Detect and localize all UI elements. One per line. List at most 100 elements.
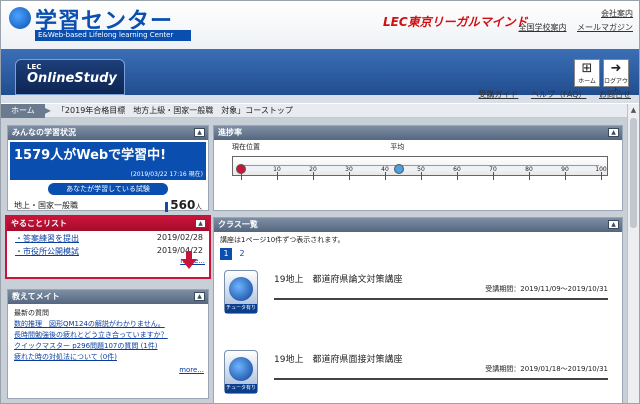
breadcrumb-current: 「2019年合格目標 地方上級・国家一般職 対象」コーストップ xyxy=(56,106,293,115)
qa-more-link[interactable]: more... xyxy=(8,362,208,374)
qa-panel: 教えてメイト ▲ 最新の質問 数的推理 図形QM124の解説がわかりません。 長… xyxy=(7,289,209,399)
course-row: 地上・国家一般職 560人 xyxy=(8,197,208,213)
status-panel-header: みんなの学習状況 ▲ xyxy=(8,126,208,140)
home-button[interactable]: ⊞ ホーム xyxy=(574,59,600,87)
ruler-tick xyxy=(385,172,386,180)
class-panel-title: クラス一覧 xyxy=(218,220,258,229)
learning-now-box: 1579人がWebで学習中! (2019/03/22 17:16 現在) xyxy=(10,142,206,180)
brand-name: OnlineStudy xyxy=(27,71,117,86)
breadcrumb-separator: ▶ xyxy=(44,106,51,115)
top-links: 会社案内 全国学校案内 メールマガジン xyxy=(510,7,633,35)
site-subtitle: E&Web-based Lifelong learning Center xyxy=(35,30,191,41)
ruler-tick xyxy=(457,172,458,180)
course-count-wrap: 560人 xyxy=(165,198,202,212)
breadcrumb-home[interactable]: ホーム xyxy=(1,104,45,118)
ruler-tick xyxy=(313,172,314,180)
todo-more-link[interactable]: more... xyxy=(7,257,209,265)
qa-panel-header: 教えてメイト ▲ xyxy=(8,290,208,304)
tutor-tag: チュータ有り xyxy=(225,304,257,313)
todo-panel: やることリスト ▲ ・答案練習を提出 2019/02/28 ・市役所公開模試 2… xyxy=(5,215,211,279)
current-position-label: 現在位置 xyxy=(232,143,260,151)
progress-gauge: 現在位置 平均 0102030405060708090100 xyxy=(228,142,610,196)
home-label: ホーム xyxy=(578,78,596,85)
app-frame: 学習センター E&Web-based Lifelong learning Cen… xyxy=(0,0,640,404)
ruler-tick-label: 70 xyxy=(489,166,497,173)
collapse-icon[interactable]: ▲ xyxy=(194,128,205,137)
lec-logo-text: LEC東京リーガルマインド xyxy=(383,15,528,29)
class-info: 講座は1ページ10件ずつ表示されます。 xyxy=(220,236,345,244)
scroll-up-icon[interactable]: ▲ xyxy=(628,104,639,116)
progress-panel-header: 進捗率 ▲ xyxy=(214,126,622,140)
ruler-tick-label: 50 xyxy=(417,166,425,173)
collapse-icon[interactable]: ▲ xyxy=(608,128,619,137)
link-contact[interactable]: お問合せ xyxy=(599,90,631,99)
nav-icons: ⊞ ホーム ➜ ログアウト xyxy=(574,59,629,94)
down-arrow-icon xyxy=(181,251,197,269)
todo-item-label[interactable]: ・答案練習を提出 xyxy=(15,233,79,244)
todo-item: ・市役所公開模試 2019/04/22 xyxy=(7,244,209,257)
progress-panel: 進捗率 ▲ 現在位置 平均 0102030405060708090100 xyxy=(213,125,623,211)
ruler-tick xyxy=(493,172,494,180)
ruler-tick-label: 30 xyxy=(345,166,353,173)
link-help[interactable]: ヘルプ（FAQ） xyxy=(531,90,587,99)
class-item[interactable]: チュータ有り 19地上 都道府県論文対策講座 受講期間：2019/11/09〜2… xyxy=(220,270,614,326)
link-company[interactable]: 会社案内 xyxy=(601,9,633,18)
pagination: 1 2 xyxy=(214,248,622,260)
average-marker xyxy=(394,164,405,174)
course-count: 560 xyxy=(170,198,196,212)
course-globe-icon: チュータ有り xyxy=(224,270,258,314)
todo-panel-title: やることリスト xyxy=(11,219,67,228)
learning-as-of: (2019/03/22 17:16 現在) xyxy=(130,171,203,178)
qa-item[interactable]: クイックマスター p296問題107の質問 (1件) xyxy=(8,340,208,351)
class-period: 受講期間：2019/11/09〜2019/10/31 xyxy=(485,285,608,293)
qa-item[interactable]: 数的推理 図形QM124の解説がわかりません。 xyxy=(8,318,208,329)
logout-icon: ➜ xyxy=(610,61,622,76)
current-position-marker xyxy=(236,164,246,174)
class-title[interactable]: 19地上 都道府県面接対策講座 xyxy=(274,352,402,365)
class-panel-header: クラス一覧 ▲ xyxy=(214,218,622,232)
learning-suffix: 人がWebで学習中! xyxy=(50,148,167,163)
class-item[interactable]: チュータ有り 19地上 都道府県面接対策講座 受講期間：2019/01/18〜2… xyxy=(220,350,614,403)
qa-item[interactable]: 疲れた時の対処法について (0件) xyxy=(8,351,208,362)
tutor-tag: チュータ有り xyxy=(225,384,257,393)
todo-item: ・答案練習を提出 2019/02/28 xyxy=(7,231,209,244)
page-1[interactable]: 1 xyxy=(220,248,232,260)
learning-count: 1579 xyxy=(14,148,51,163)
collapse-icon[interactable]: ▲ xyxy=(194,292,205,301)
page-2[interactable]: 2 xyxy=(236,248,248,260)
ruler-tick xyxy=(349,172,350,180)
your-test-badge: あなたが学習している試験 xyxy=(48,183,168,195)
link-schools[interactable]: 全国学校案内 xyxy=(518,23,566,32)
class-progress-line xyxy=(274,298,608,300)
top-header: 学習センター E&Web-based Lifelong learning Cen… xyxy=(1,1,639,49)
help-links: 受講ガイド ヘルプ（FAQ） お問合せ xyxy=(468,89,631,100)
ruler-tick xyxy=(565,172,566,180)
ruler-tick xyxy=(529,172,530,180)
ruler-tick xyxy=(601,172,602,180)
logout-button[interactable]: ➜ ログアウト xyxy=(603,59,629,94)
link-guide[interactable]: 受講ガイド xyxy=(478,90,518,99)
ruler-tick-label: 40 xyxy=(381,166,389,173)
class-title[interactable]: 19地上 都道府県論文対策講座 xyxy=(274,272,402,285)
class-panel: クラス一覧 ▲ 講座は1ページ10件ずつ表示されます。 1 2 チュータ有り 1… xyxy=(213,217,623,403)
status-panel: みんなの学習状況 ▲ 1579人がWebで学習中! (2019/03/22 17… xyxy=(7,125,209,213)
course-globe-icon: チュータ有り xyxy=(224,350,258,394)
collapse-icon[interactable]: ▲ xyxy=(195,219,206,228)
vertical-scrollbar[interactable]: ▲ xyxy=(627,104,639,403)
breadcrumb: ホーム ▶ 「2019年合格目標 地方上級・国家一般職 対象」コーストップ xyxy=(1,104,629,118)
scroll-thumb[interactable] xyxy=(630,118,637,228)
course-unit: 人 xyxy=(195,203,202,211)
ruler-tick-label: 20 xyxy=(309,166,317,173)
progress-panel-title: 進捗率 xyxy=(218,128,242,137)
ruler-tick-label: 10 xyxy=(273,166,281,173)
ruler-track: 0102030405060708090100 xyxy=(236,164,607,180)
bar-icon xyxy=(165,201,169,212)
lec-logo[interactable]: LEC東京リーガルマインド xyxy=(383,13,528,30)
average-label: 平均 xyxy=(390,143,405,151)
link-mailmag[interactable]: メールマガジン xyxy=(577,23,633,32)
qa-recent-label: 最新の質問 xyxy=(14,309,49,317)
qa-item[interactable]: 長時間勉強後の疲れとどう立き合っていますか？ xyxy=(8,329,208,340)
status-panel-title: みんなの学習状況 xyxy=(12,128,76,137)
collapse-icon[interactable]: ▲ xyxy=(608,220,619,229)
todo-item-label[interactable]: ・市役所公開模試 xyxy=(15,246,79,257)
